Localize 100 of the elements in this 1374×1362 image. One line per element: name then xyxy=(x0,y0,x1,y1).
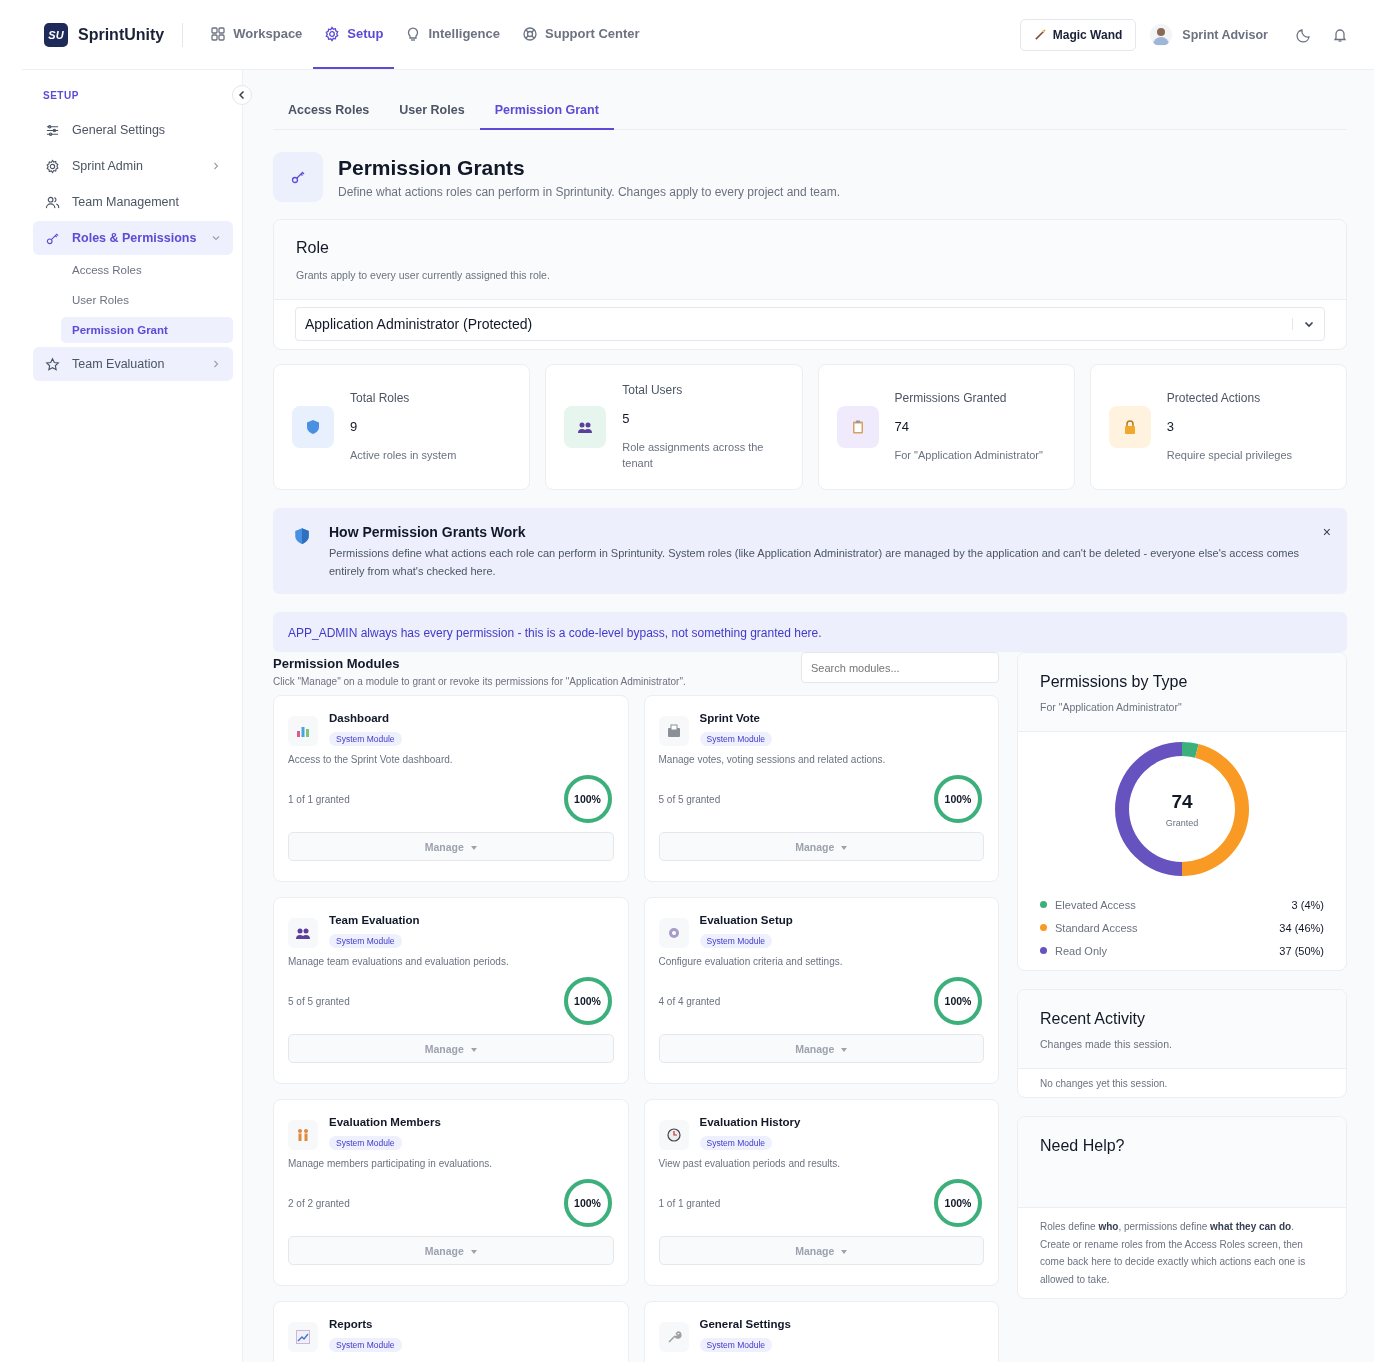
collapse-sidebar-button[interactable] xyxy=(232,85,252,105)
stat-value: 5 xyxy=(622,411,631,427)
caret-icon xyxy=(841,845,848,850)
stat-caption: Require special privileges xyxy=(1166,447,1293,463)
sidebar-item[interactable]: Team Management xyxy=(33,185,233,219)
clock-icon xyxy=(658,1120,689,1151)
progress-percent: 100% xyxy=(573,792,602,808)
sidebar-subitem[interactable]: Access Roles xyxy=(61,257,233,283)
module-description: Manage members participating in evaluations. xyxy=(288,1158,493,1170)
stat-label: Total Users xyxy=(622,383,684,398)
legend-value: 3 (4%) xyxy=(1291,898,1324,911)
module-description: Manage votes, voting sessions and related actions. xyxy=(658,754,887,766)
module-description: Configure evaluation criteria and settings. xyxy=(658,956,844,968)
card-title: Recent Activity xyxy=(1040,1010,1146,1029)
sidebar-item[interactable]: Sprint Admin xyxy=(33,149,233,183)
granted-count: 5 of 5 granted xyxy=(658,793,721,805)
line-chart-icon xyxy=(288,1322,318,1353)
progress-percent: 100% xyxy=(573,1196,602,1212)
section-hint: Click "Manage" on a module to grant or revoke its permissions for "Application Administrator". xyxy=(273,676,686,688)
stat-label: Permissions Granted xyxy=(894,390,1008,405)
nav-tab[interactable]: Workspace xyxy=(199,0,314,69)
module-name: Dashboard xyxy=(329,712,391,725)
lifebuoy-icon xyxy=(522,25,538,42)
caret-icon xyxy=(841,1249,848,1254)
role-hint: Grants apply to every user currently assigned this role. xyxy=(296,269,551,281)
empty-message: No changes yet this session. xyxy=(1039,1077,1169,1092)
module-name: General Settings xyxy=(699,1318,791,1331)
module-name: Evaluation History xyxy=(699,1116,801,1129)
chevron-down-icon xyxy=(1292,318,1315,330)
notice-text: APP_ADMIN always has every permission - this is a code-level bypass, not something granted here. xyxy=(288,626,822,641)
tab[interactable]: Access Roles xyxy=(273,90,385,130)
legend-label: Elevated Access xyxy=(1055,898,1137,911)
stat-value: 74 xyxy=(894,418,910,434)
lock-icon xyxy=(1108,406,1151,448)
module-tag: System Module xyxy=(699,934,773,949)
chevron-left-icon xyxy=(237,90,247,100)
info-title: How Permission Grants Work xyxy=(329,524,527,540)
people-icon xyxy=(564,406,607,448)
sidebar-subitem[interactable]: User Roles xyxy=(61,287,233,313)
granted-count: 1 of 1 granted xyxy=(288,793,350,805)
gear-icon xyxy=(45,158,60,174)
magic-wand-button[interactable]: Magic Wand xyxy=(1019,18,1137,51)
sidebar-subitem[interactable]: Permission Grant xyxy=(61,317,233,343)
sidebar-item[interactable]: Roles & Permissions xyxy=(33,221,233,255)
role-title: Role xyxy=(296,239,330,257)
user-avatar[interactable] xyxy=(1150,23,1173,46)
stat-label: Protected Actions xyxy=(1166,390,1262,405)
stat-value: 3 xyxy=(1166,418,1175,434)
tab[interactable]: Permission Grant xyxy=(479,90,614,130)
stat-caption: For "Application Administrator" xyxy=(894,447,1043,463)
brand-name: SprintUnity xyxy=(78,25,165,44)
stat-label: Total Roles xyxy=(350,390,411,405)
nav-tab[interactable]: Support Center xyxy=(511,0,651,69)
info-text: Permissions define what actions each role can perform in Sprintunity. System roles (like Application Administrator) are managed by the application and can't be deleted - everyone else's access comes entirely from what's checked here. xyxy=(329,546,1301,579)
legend-value: 37 (50%) xyxy=(1279,944,1324,957)
caret-icon xyxy=(470,1047,477,1052)
notification-bell-icon[interactable] xyxy=(1332,26,1348,43)
clipboard-icon xyxy=(836,406,879,448)
grid-icon xyxy=(210,25,227,42)
caret-icon xyxy=(470,845,477,850)
module-tag: System Module xyxy=(329,1136,402,1151)
card-subtitle: Changes made this session. xyxy=(1040,1038,1173,1051)
legend-value: 34 (46%) xyxy=(1279,921,1324,934)
section-title: Permission Modules xyxy=(273,656,401,672)
stat-caption: Active roles in system xyxy=(350,447,457,463)
user-name[interactable]: Sprint Advisor xyxy=(1182,27,1268,42)
shield-icon xyxy=(293,526,311,546)
magic-wand-icon xyxy=(1033,28,1047,41)
progress-percent: 100% xyxy=(573,994,602,1010)
wrench-icon xyxy=(658,1322,689,1353)
caret-icon xyxy=(841,1047,848,1052)
module-tag: System Module xyxy=(329,1338,402,1353)
module-description: View past evaluation periods and results. xyxy=(658,1158,842,1170)
module-name: Evaluation Members xyxy=(329,1116,441,1129)
role-select[interactable]: Application Administrator (Protected) xyxy=(295,307,1325,341)
ballot-box-icon xyxy=(658,716,689,747)
granted-count: 1 of 1 granted xyxy=(658,1197,721,1209)
tab[interactable]: User Roles xyxy=(384,90,480,130)
nav-tab[interactable]: Intelligence xyxy=(394,0,511,69)
sidebar-item[interactable]: General Settings xyxy=(33,113,233,147)
search-field[interactable]: Search modules... xyxy=(801,652,999,684)
card-title: Permissions by Type xyxy=(1040,673,1189,692)
card-title: Need Help? xyxy=(1040,1137,1126,1156)
module-tag: System Module xyxy=(329,934,402,949)
module-tag: System Module xyxy=(699,732,773,747)
close-button[interactable]: × xyxy=(1322,524,1331,540)
stat-caption: Role assignments across the tenant xyxy=(622,440,765,471)
bar-chart-icon xyxy=(288,716,318,747)
sidebar-item[interactable]: Team Evaluation xyxy=(33,347,233,381)
gear-icon xyxy=(324,25,341,42)
granted-count: 4 of 4 granted xyxy=(658,995,721,1007)
dark-mode-icon[interactable] xyxy=(1296,26,1312,43)
donut-total: 74 xyxy=(1171,790,1193,813)
sliders-icon xyxy=(45,122,60,138)
page-title: Permission Grants xyxy=(338,155,526,180)
key-icon xyxy=(273,152,323,202)
module-tag: System Module xyxy=(699,1338,773,1353)
gear-icon xyxy=(658,918,689,949)
star-icon xyxy=(45,356,60,372)
granted-count: 2 of 2 granted xyxy=(288,1197,350,1209)
